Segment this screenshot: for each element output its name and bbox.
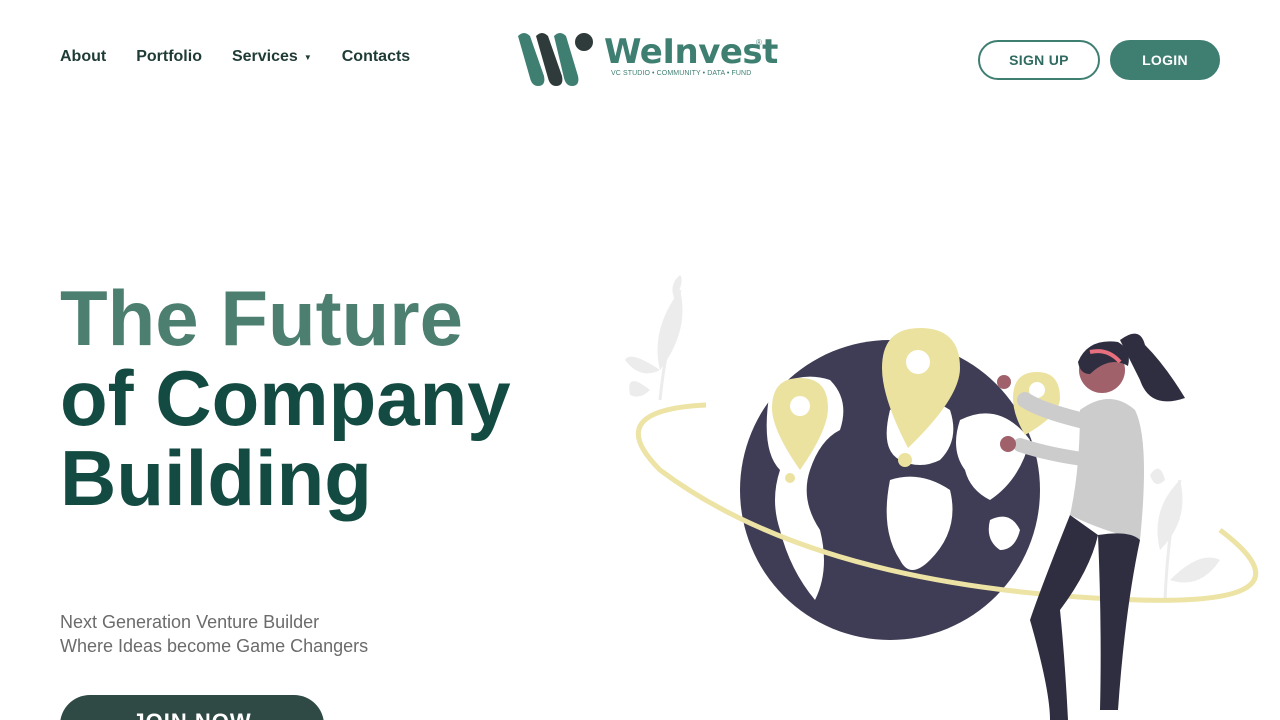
hero-subtitle-2: Where Ideas become Game Changers	[60, 636, 369, 656]
hero-illustration	[625, 275, 1259, 720]
nav-services[interactable]: Services ▼	[232, 48, 312, 66]
nav-portfolio[interactable]: Portfolio	[136, 48, 202, 66]
main-nav: About Portfolio Services ▼ Contacts	[60, 48, 410, 66]
hero-title-line-1: The Future	[60, 274, 463, 362]
nav-services-label: Services	[231, 48, 298, 65]
join-now-button[interactable]: JOIN NOW	[60, 695, 324, 720]
hero-title: The Future of Company Building	[60, 278, 511, 518]
chevron-down-icon: ▼	[303, 52, 312, 62]
brand-logo[interactable]: WeInvest ® VC STUDIO • COMMUNITY • DATA …	[516, 28, 778, 90]
logo-mark-icon	[518, 33, 593, 86]
logo-wordmark: WeInvest	[604, 32, 778, 72]
registered-mark: ®	[756, 38, 762, 47]
sign-up-button[interactable]: SIGN UP	[978, 40, 1100, 80]
nav-contacts[interactable]: Contacts	[342, 48, 410, 66]
hero-title-line-3: Building	[60, 434, 372, 522]
nav-about[interactable]: About	[60, 48, 106, 66]
hero-title-line-2: of Company	[60, 354, 511, 442]
login-button[interactable]: LOGIN	[1110, 40, 1220, 80]
hero-subtitle-1: Next Generation Venture Builder	[60, 612, 320, 632]
logo-tagline: VC STUDIO • COMMUNITY • DATA • FUND	[611, 70, 752, 77]
